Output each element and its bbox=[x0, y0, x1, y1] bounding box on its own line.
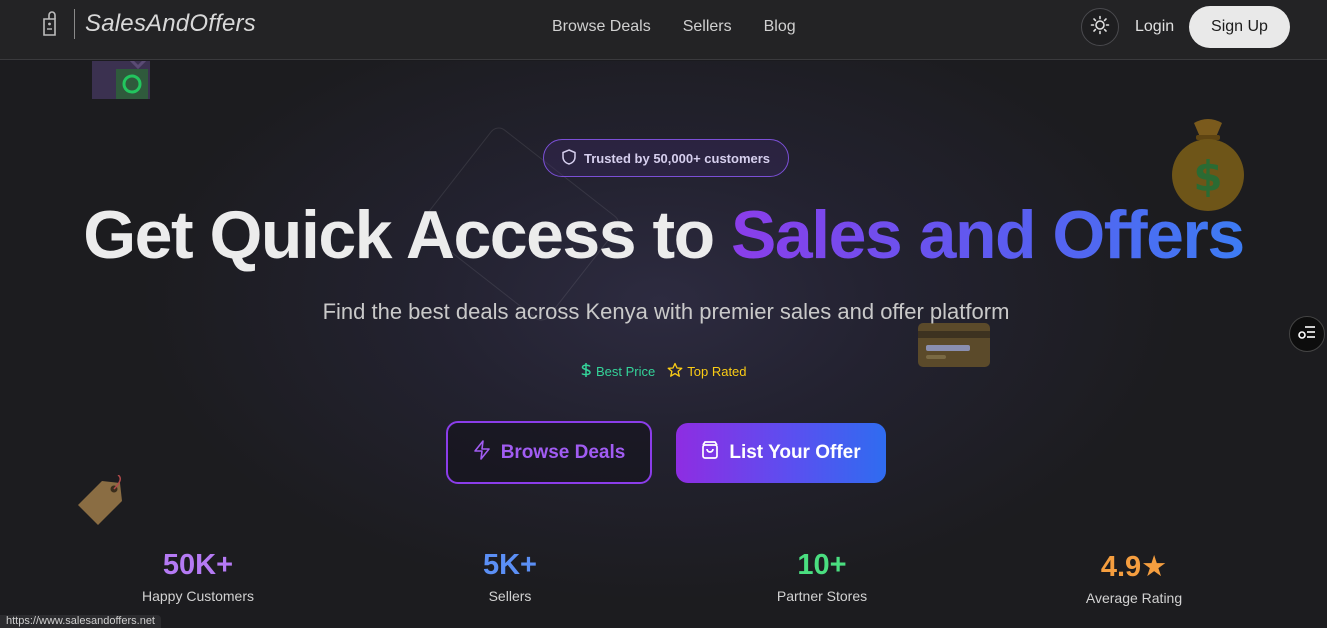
hero-headline: Get Quick Access to Sales and Offers bbox=[0, 196, 1327, 274]
top-navbar: SalesAndOffers Browse Deals Sellers Blog… bbox=[0, 0, 1327, 60]
star-icon bbox=[667, 362, 683, 381]
stat-average-rating: 4.9★ Average Rating bbox=[1034, 549, 1234, 606]
hero-section: $ Trusted by 50,000+ customers Get Quick… bbox=[0, 61, 1327, 628]
stat-label: Average Rating bbox=[1085, 590, 1183, 606]
login-link[interactable]: Login bbox=[1135, 18, 1174, 36]
list-settings-icon bbox=[1297, 323, 1317, 346]
stat-value: 5K+ bbox=[482, 549, 537, 581]
shopping-tag-icon bbox=[38, 8, 64, 40]
headline-plain: Get Quick Access to bbox=[83, 197, 732, 273]
theme-toggle-button[interactable] bbox=[1081, 8, 1119, 46]
stat-label: Partner Stores bbox=[776, 588, 868, 604]
status-bar-url: https://www.salesandoffers.net bbox=[0, 615, 161, 628]
stat-happy-customers: 50K+ Happy Customers bbox=[98, 549, 298, 604]
headline-accent: Sales and Offers bbox=[731, 197, 1245, 273]
browse-deals-button[interactable]: Browse Deals bbox=[446, 421, 652, 484]
dollar-icon bbox=[580, 362, 592, 381]
feature-best-price-label: Best Price bbox=[596, 364, 656, 379]
shopping-bag-icon bbox=[90, 61, 152, 103]
nav-blog[interactable]: Blog bbox=[764, 18, 796, 36]
signup-button[interactable]: Sign Up bbox=[1189, 6, 1290, 48]
stat-value: 10+ bbox=[797, 549, 847, 581]
feature-best-price: Best Price bbox=[580, 362, 655, 381]
list-offer-button[interactable]: List Your Offer bbox=[676, 423, 886, 483]
stat-label: Sellers bbox=[488, 588, 532, 604]
stat-partner-stores: 10+ Partner Stores bbox=[722, 549, 922, 604]
main-nav: Browse Deals Sellers Blog bbox=[552, 18, 796, 36]
svg-text:$: $ bbox=[1193, 152, 1222, 201]
stat-value: 50K+ bbox=[162, 549, 234, 581]
site-logo[interactable]: SalesAndOffers bbox=[38, 8, 256, 40]
nav-sellers[interactable]: Sellers bbox=[683, 18, 732, 36]
logo-text: SalesAndOffers bbox=[85, 10, 256, 37]
trust-badge-text: Trusted by 50,000+ customers bbox=[583, 150, 771, 166]
stat-sellers: 5K+ Sellers bbox=[410, 549, 610, 604]
list-offer-label: List Your Offer bbox=[729, 442, 861, 463]
shield-icon bbox=[562, 148, 576, 168]
feature-list: Best Price Top Rated bbox=[580, 362, 747, 381]
shopping-bag-small-icon bbox=[701, 440, 719, 466]
stat-label: Happy Customers bbox=[141, 588, 255, 604]
browse-deals-label: Browse Deals bbox=[500, 441, 626, 463]
price-tag-icon bbox=[72, 474, 128, 527]
feature-top-rated: Top Rated bbox=[667, 362, 747, 381]
stat-value: 4.9★ bbox=[1100, 551, 1168, 583]
nav-browse-deals[interactable]: Browse Deals bbox=[552, 18, 651, 36]
lightning-icon bbox=[473, 439, 491, 466]
feature-top-rated-label: Top Rated bbox=[687, 364, 747, 379]
credit-card-icon bbox=[916, 321, 992, 369]
trust-badge: Trusted by 50,000+ customers bbox=[543, 139, 789, 177]
sun-icon bbox=[1090, 15, 1110, 40]
hero-subtitle: Find the best deals across Kenya with pr… bbox=[322, 299, 1010, 324]
floating-menu-button[interactable] bbox=[1289, 316, 1325, 352]
logo-divider bbox=[74, 9, 75, 39]
